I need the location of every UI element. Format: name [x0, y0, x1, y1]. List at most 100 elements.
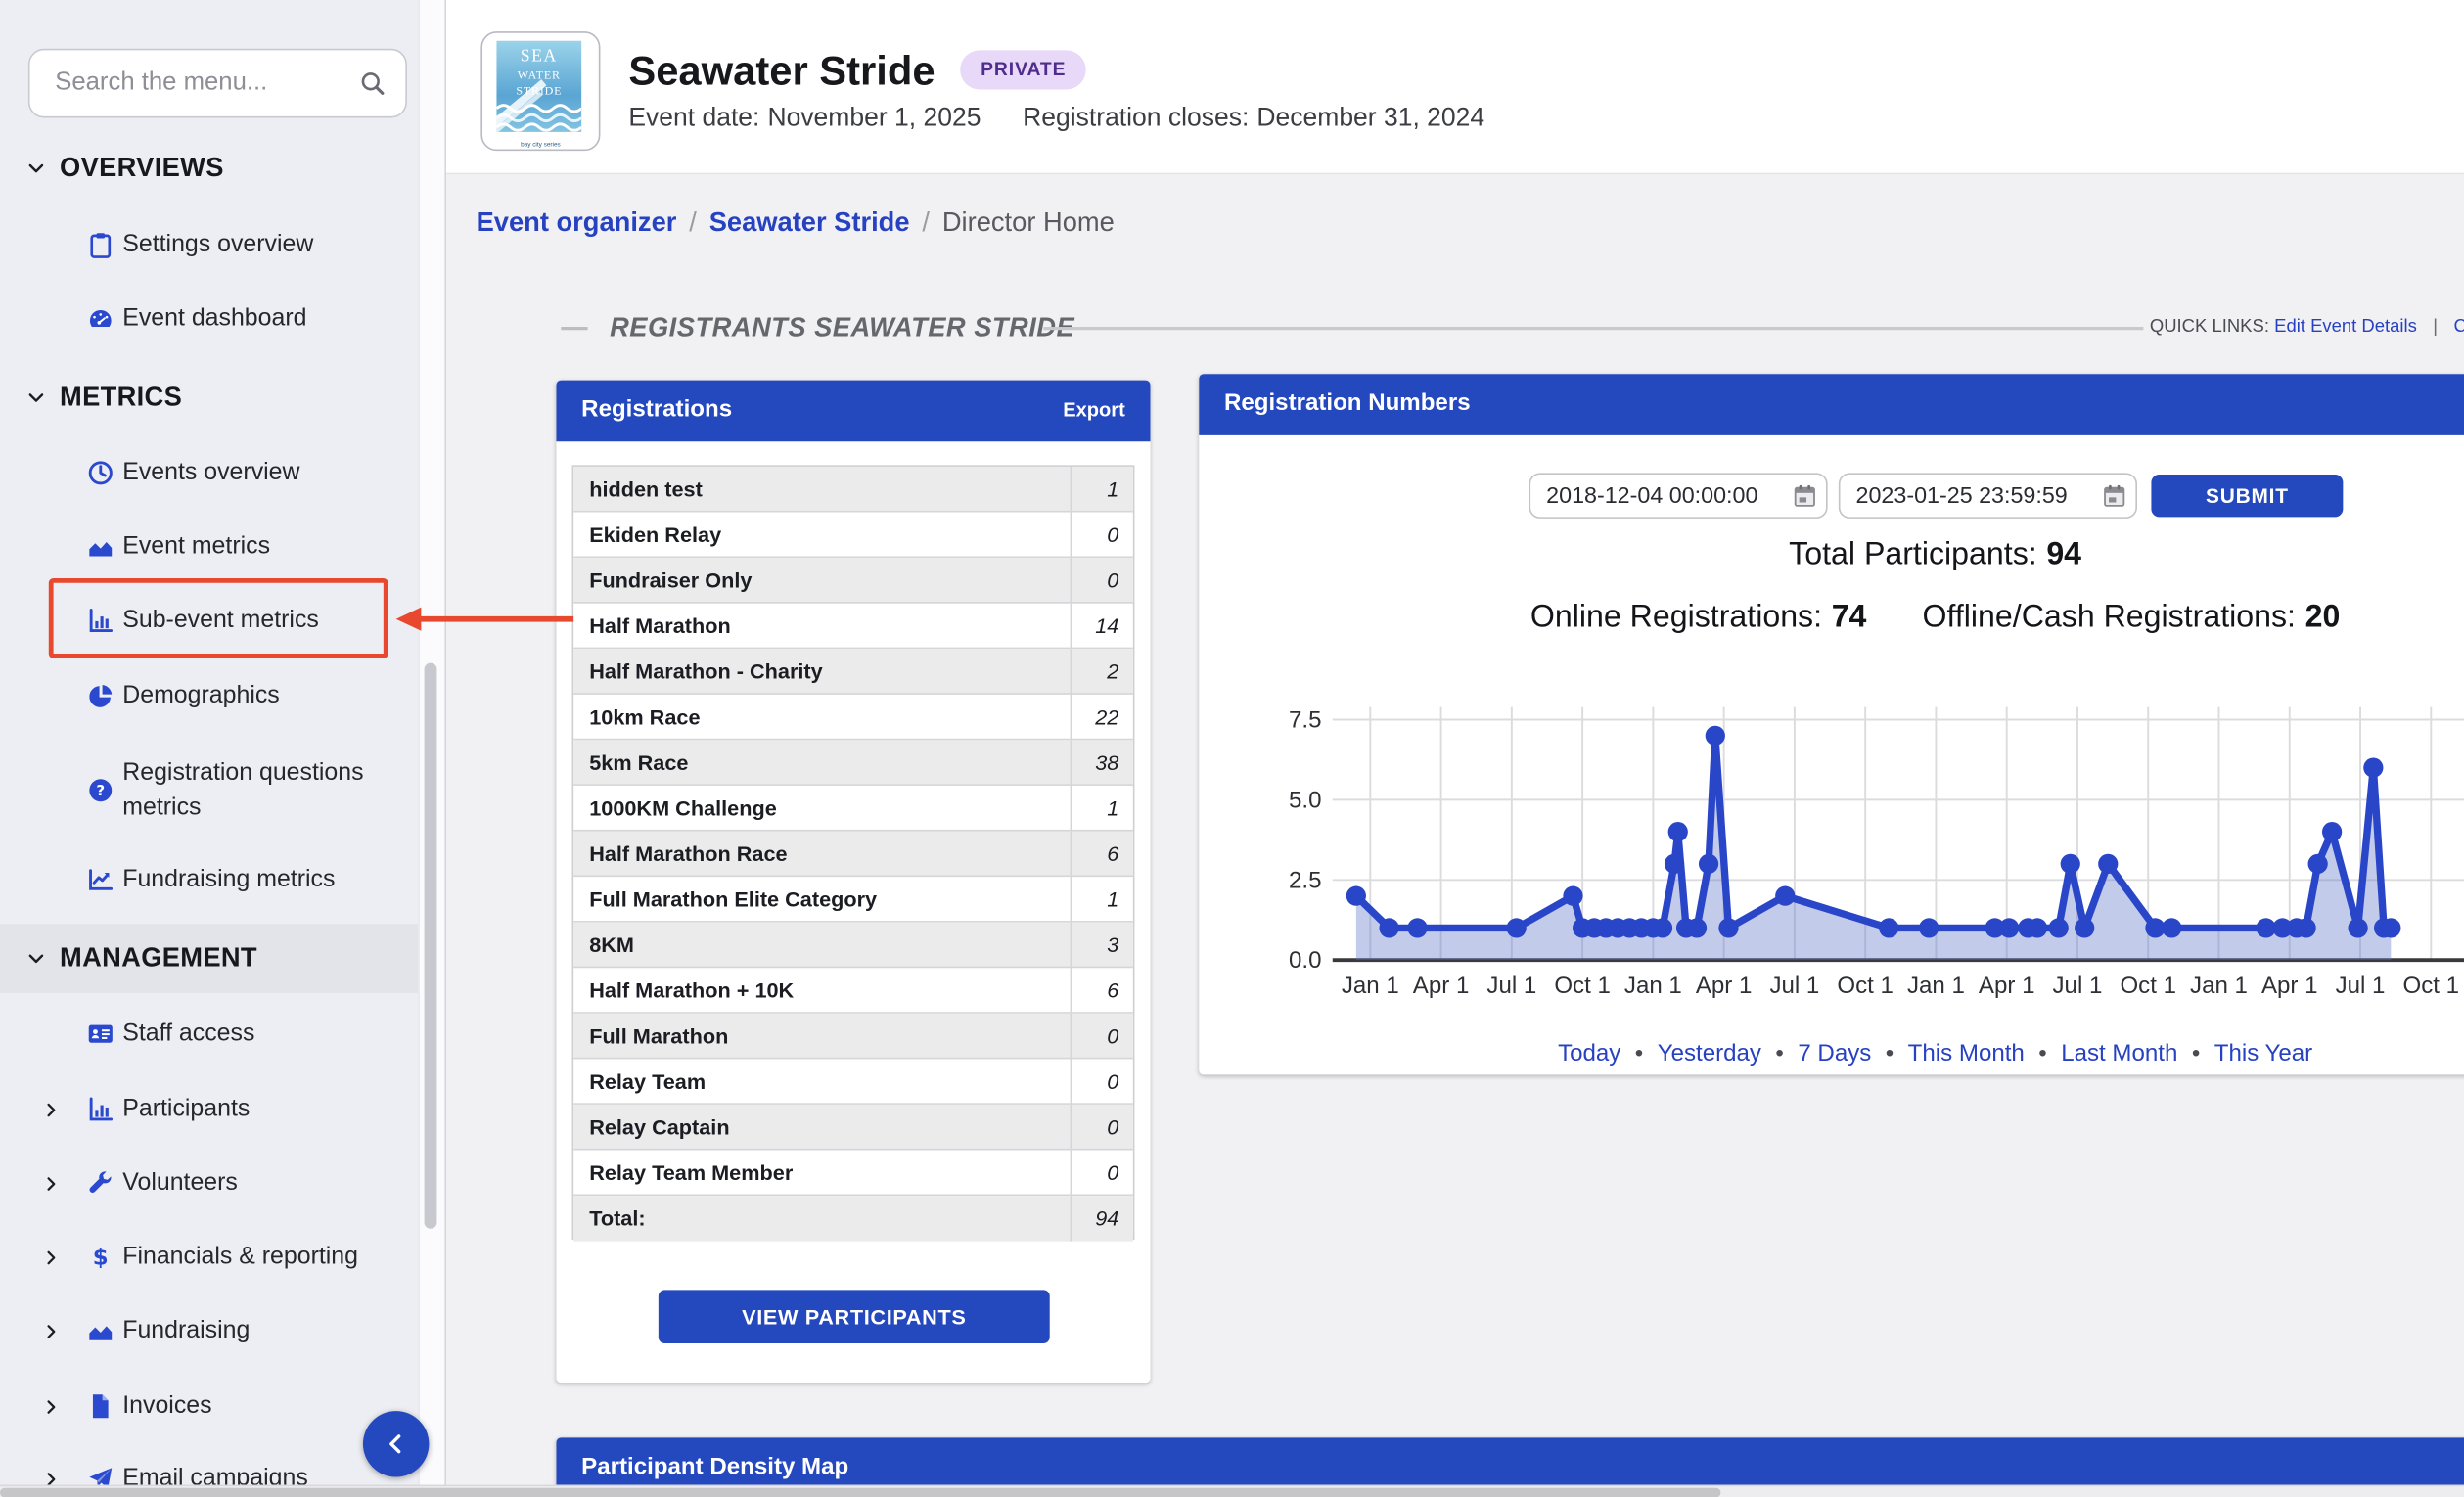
sidebar-item-volunteers[interactable]: Volunteers [0, 1159, 418, 1206]
edit-event-details-link[interactable]: Edit Event Details [2274, 317, 2417, 336]
sidebar-section-header-metrics[interactable]: METRICS [0, 374, 418, 421]
date-from-input[interactable] [1529, 473, 1828, 519]
table-row: hidden test1 [573, 467, 1133, 513]
sidebar-item-event-metrics[interactable]: Event metrics [0, 523, 418, 570]
calendar-icon[interactable] [1792, 482, 1818, 509]
sub-event-name: hidden test [573, 467, 1070, 513]
sidebar-item-registration-questions-metrics[interactable]: ?Registration questions metrics [0, 749, 418, 832]
sidebar-item-participants[interactable]: Participants [0, 1086, 418, 1133]
registration-numbers-header: Registration Numbers [1199, 374, 2464, 435]
sidebar-collapse-button[interactable] [363, 1411, 429, 1476]
sidebar-item-fundraising-metrics[interactable]: Fundraising metrics [0, 856, 418, 903]
sidebar-item-settings-overview[interactable]: Settings overview [0, 221, 418, 268]
submit-button[interactable]: SUBMIT [2151, 475, 2343, 517]
logo-line-1: SEA [496, 47, 581, 66]
total-participants-stat: Total Participants:94 [1199, 537, 2464, 573]
chevron-right-icon[interactable] [41, 1247, 62, 1267]
range-link-bullet: • [2192, 1040, 2200, 1066]
chevron-right-icon[interactable] [41, 1173, 62, 1194]
table-row: Fundraiser Only0 [573, 558, 1133, 604]
table-row: Full Marathon0 [573, 1014, 1133, 1060]
horizontal-scrollbar[interactable] [0, 1485, 2464, 1497]
table-row: Relay Team0 [573, 1059, 1133, 1105]
sidebar-item-fundraising[interactable]: Fundraising [0, 1307, 418, 1354]
breadcrumb-seawater-stride[interactable]: Seawater Stride [709, 207, 910, 238]
table-row: Half Marathon Race6 [573, 832, 1133, 878]
sidebar-item-demographics[interactable]: Demographics [0, 672, 418, 719]
sub-event-count: 0 [1071, 513, 1133, 559]
total-participants-label: Total Participants: [1789, 537, 2037, 571]
sidebar-section-label: OVERVIEWS [60, 153, 224, 184]
table-row: Half Marathon - Charity2 [573, 649, 1133, 695]
sidebar-section-header-management[interactable]: MANAGEMENT [0, 934, 418, 981]
range-link-last-month[interactable]: Last Month [2061, 1040, 2177, 1066]
sub-event-count: 0 [1071, 1150, 1133, 1196]
sidebar-item-staff-access[interactable]: Staff access [0, 1011, 418, 1058]
range-link-today[interactable]: Today [1558, 1040, 1620, 1066]
pie-chart-icon [86, 682, 114, 710]
sub-event-name: 1000KM Challenge [573, 786, 1070, 832]
sub-event-count: 1 [1071, 877, 1133, 923]
table-row: Half Marathon + 10K6 [573, 968, 1133, 1014]
range-link-yesterday[interactable]: Yesterday [1658, 1040, 1761, 1066]
sub-event-count: 14 [1071, 604, 1133, 650]
search-icon[interactable] [358, 69, 387, 98]
sidebar-item-label: Events overview [122, 456, 402, 490]
chevron-right-icon[interactable] [41, 1396, 62, 1417]
sub-event-name: Fundraiser Only [573, 558, 1070, 604]
svg-text:Jul 1: Jul 1 [1486, 973, 1536, 999]
date-to-input[interactable] [1839, 473, 2137, 519]
svg-text:0.0: 0.0 [1289, 947, 1321, 974]
range-link-this-year[interactable]: This Year [2214, 1040, 2312, 1066]
online-offline-stats: Online Registrations:74 Offline/Cash Reg… [1199, 600, 2464, 636]
area-chart-icon [86, 532, 114, 561]
sub-event-name: Full Marathon [573, 1014, 1070, 1060]
sidebar-section-header-overviews[interactable]: OVERVIEWS [0, 145, 418, 192]
svg-text:Oct 1: Oct 1 [2403, 973, 2460, 999]
sub-event-count: 3 [1071, 923, 1133, 969]
quick-links-truncated-link[interactable]: C [2453, 317, 2464, 336]
table-row: Half Marathon14 [573, 604, 1133, 650]
chevron-right-icon[interactable] [41, 1321, 62, 1341]
svg-text:Apr 1: Apr 1 [2261, 973, 2318, 999]
sidebar-scrollbar-thumb[interactable] [425, 663, 437, 1229]
table-row: Full Marathon Elite Category1 [573, 877, 1133, 923]
breadcrumb-event-organizer[interactable]: Event organizer [477, 207, 677, 238]
table-row: 10km Race22 [573, 695, 1133, 741]
svg-text:Apr 1: Apr 1 [1979, 973, 2035, 999]
sidebar-item-label: Fundraising [122, 1314, 402, 1348]
sub-event-count: 22 [1071, 695, 1133, 741]
table-total-row: Total:94 [573, 1196, 1133, 1242]
date-to-wrap [1839, 473, 2137, 519]
table-row: 5km Race38 [573, 740, 1133, 786]
breadcrumb: Event organizer/Seawater Stride/Director… [477, 207, 1115, 239]
sub-event-count: 38 [1071, 740, 1133, 786]
svg-text:Jan 1: Jan 1 [1907, 973, 1965, 999]
reg-closes-label: Registration closes: [1023, 104, 1249, 132]
sidebar-item-invoices[interactable]: Invoices [0, 1383, 418, 1429]
sidebar-item-financials-reporting[interactable]: $Financials & reporting [0, 1234, 418, 1281]
registration-numbers-title: Registration Numbers [1224, 389, 1471, 416]
chevron-right-icon[interactable] [41, 1099, 62, 1119]
event-logo-image: SEA WATER STRIDE [496, 41, 581, 132]
svg-text:Jul 1: Jul 1 [2053, 973, 2103, 999]
sidebar-item-events-overview[interactable]: Events overview [0, 449, 418, 496]
online-registrations-label: Online Registrations: [1530, 600, 1822, 634]
viewport: OVERVIEWS Settings overview Event dashboar… [0, 0, 2464, 1497]
sidebar-item-event-dashboard[interactable]: Event dashboard [0, 295, 418, 342]
search-input[interactable] [28, 49, 407, 118]
table-row: Ekiden Relay0 [573, 513, 1133, 559]
bar-chart-icon [86, 1095, 114, 1123]
sub-event-count: 0 [1071, 558, 1133, 604]
range-link-this-month[interactable]: This Month [1908, 1040, 2025, 1066]
horizontal-scrollbar-thumb[interactable] [0, 1488, 1720, 1497]
area-chart-icon [86, 1317, 114, 1345]
calendar-icon[interactable] [2101, 482, 2127, 509]
section-dash [561, 327, 587, 330]
view-participants-button[interactable]: VIEW PARTICIPANTS [659, 1290, 1050, 1343]
range-link-7-days[interactable]: 7 Days [1798, 1040, 1871, 1066]
export-button[interactable]: Export [1063, 399, 1125, 421]
quick-links: QUICK LINKS: Edit Event Details | C [2150, 317, 2464, 336]
sidebar-item-sub-event-metrics[interactable]: Sub-event metrics [0, 597, 418, 644]
sub-event-name: 10km Race [573, 695, 1070, 741]
